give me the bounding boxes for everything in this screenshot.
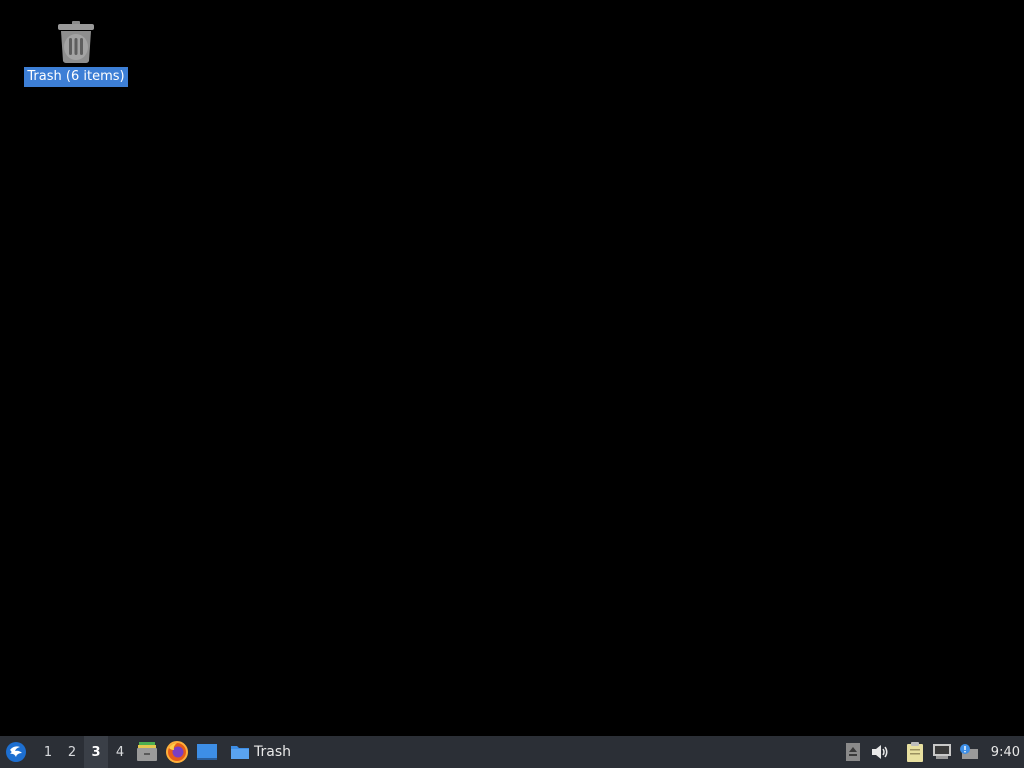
trash-label: Trash (6 items) (24, 67, 128, 87)
network-icon (933, 744, 952, 759)
volume-tray-button[interactable] (867, 736, 894, 768)
volume-icon (872, 745, 888, 759)
workspace-3[interactable]: 3 (84, 736, 108, 768)
taskbar-item-trash[interactable]: Trash (224, 736, 297, 768)
main-menu-button[interactable] (2, 736, 30, 768)
update-notifier-icon (960, 744, 979, 759)
trash-icon (58, 21, 94, 63)
update-tray-button[interactable] (956, 736, 983, 768)
trash-desktop-icon[interactable]: Trash (6 items) (23, 20, 129, 87)
firefox-icon (166, 741, 188, 763)
firefox-launcher[interactable] (162, 736, 192, 768)
taskbar-item-label: Trash (254, 744, 291, 760)
panel-clock[interactable]: 9:40 (983, 745, 1024, 760)
panel-left: 1 2 3 4 Trash (0, 736, 297, 768)
workspace-2[interactable]: 2 (60, 736, 84, 768)
show-desktop-launcher[interactable] (192, 736, 222, 768)
eject-tray-button[interactable] (840, 736, 867, 768)
clipboard-icon (907, 742, 924, 762)
lubuntu-menu-icon (6, 742, 26, 762)
eject-icon (846, 743, 861, 761)
workspace-4[interactable]: 4 (108, 736, 132, 768)
network-tray-button[interactable] (929, 736, 956, 768)
taskbar: 1 2 3 4 Trash 9:40 (0, 736, 1024, 768)
workspace-1[interactable]: 1 (36, 736, 60, 768)
show-desktop-icon (197, 744, 217, 760)
file-manager-launcher[interactable] (132, 736, 162, 768)
panel-right: 9:40 (840, 736, 1024, 768)
desktop: Trash (6 items) (0, 0, 1024, 736)
clipboard-tray-button[interactable] (902, 736, 929, 768)
folder-icon (231, 746, 249, 759)
file-manager-icon (137, 742, 157, 761)
